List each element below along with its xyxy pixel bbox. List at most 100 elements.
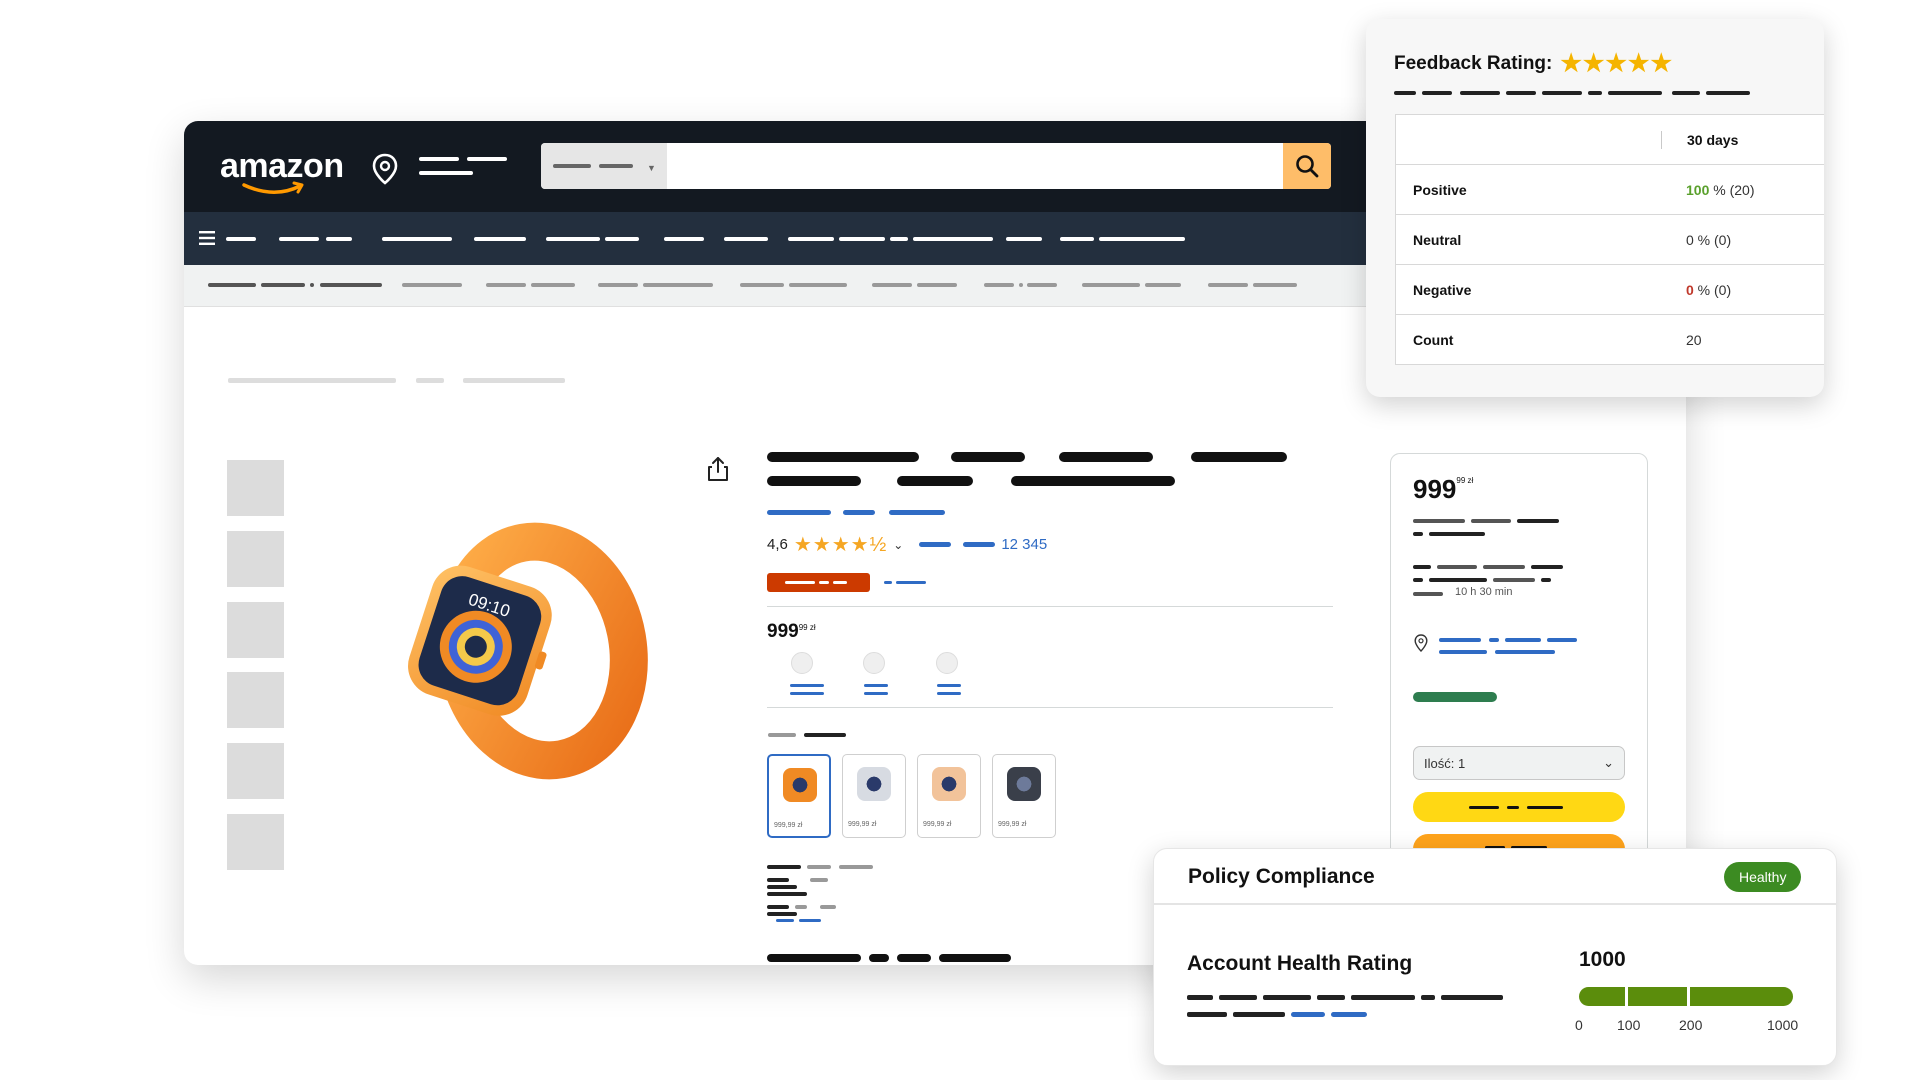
nav-item[interactable] (279, 237, 319, 241)
nav-item[interactable] (605, 237, 639, 241)
spec-line (767, 905, 789, 909)
policy-link[interactable] (1291, 1012, 1325, 1017)
nav-item[interactable] (326, 237, 352, 241)
image-thumbnail[interactable] (227, 743, 284, 799)
nav-item[interactable] (788, 237, 834, 241)
subnav-item[interactable] (310, 283, 314, 287)
subnav-item[interactable] (1145, 283, 1181, 287)
search-input[interactable] (667, 143, 1281, 189)
feedback-row-value: 100 % (20) (1686, 182, 1754, 198)
color-variant-card[interactable]: 999,99 zł (992, 754, 1056, 838)
delivery-feature-label[interactable] (864, 684, 888, 687)
nav-item[interactable] (1060, 237, 1094, 241)
deliver-to-link[interactable] (1439, 638, 1481, 642)
color-variant-card[interactable]: 999,99 zł (842, 754, 906, 838)
delivery-feature-label[interactable] (937, 684, 961, 687)
add-to-cart-button[interactable] (1413, 792, 1625, 822)
brand-store-link[interactable] (767, 510, 831, 515)
color-variant-card[interactable]: 999,99 zł (917, 754, 981, 838)
subnav-item[interactable] (486, 283, 526, 287)
subnav-item[interactable] (917, 283, 957, 287)
deliver-to-placeholder (467, 157, 507, 161)
variant-price: 999,99 zł (774, 822, 803, 829)
subnav-item[interactable] (1208, 283, 1248, 287)
subnav-item[interactable] (1027, 283, 1057, 287)
subnav-item[interactable] (984, 283, 1014, 287)
breadcrumb[interactable] (228, 378, 396, 383)
quantity-select[interactable]: Ilość: 1 ⌄ (1413, 746, 1625, 780)
image-thumbnail[interactable] (227, 672, 284, 728)
see-more-link[interactable] (799, 919, 821, 922)
nav-item[interactable] (890, 237, 908, 241)
nav-item[interactable] (1099, 237, 1185, 241)
delivery-feature-label[interactable] (937, 692, 961, 695)
subnav-item[interactable] (261, 283, 305, 287)
image-thumbnail[interactable] (227, 602, 284, 658)
subnav-item[interactable] (872, 283, 912, 287)
rating-stars-icon[interactable]: ★★★★½ (794, 532, 887, 557)
subnav-item[interactable] (740, 283, 784, 287)
deliver-to-link[interactable] (1495, 650, 1555, 654)
hamburger-menu-icon[interactable] (199, 230, 217, 246)
nav-item[interactable] (382, 237, 452, 241)
policy-link[interactable] (1331, 1012, 1367, 1017)
image-thumbnail[interactable] (227, 531, 284, 587)
delivery-feature-label[interactable] (864, 692, 888, 695)
subnav-item[interactable] (531, 283, 575, 287)
subnav-item[interactable] (402, 283, 462, 287)
deliver-to-link[interactable] (1547, 638, 1577, 642)
subnav-item[interactable] (643, 283, 713, 287)
nav-item[interactable] (839, 237, 885, 241)
nav-item[interactable] (664, 237, 704, 241)
nav-item[interactable] (226, 237, 256, 241)
product-title-line (951, 452, 1025, 462)
review-count-link[interactable]: 12 345 (1001, 536, 1047, 553)
deliver-to-link[interactable] (1439, 650, 1487, 654)
brand-store-link[interactable] (889, 510, 945, 515)
subnav-item[interactable] (1253, 283, 1297, 287)
smartwatch-product-image[interactable]: 09:10 (374, 521, 654, 801)
policy-text-line (1187, 1012, 1227, 1017)
subnav-item[interactable] (1082, 283, 1140, 287)
location-pin-icon[interactable] (372, 153, 398, 185)
share-icon[interactable] (707, 456, 729, 482)
divider (767, 707, 1333, 708)
subnav-item[interactable] (1019, 283, 1023, 287)
subnav-item[interactable] (789, 283, 847, 287)
badge-category-link[interactable] (896, 581, 926, 584)
see-more-link[interactable] (776, 919, 794, 922)
breadcrumb[interactable] (416, 378, 444, 383)
subnav-item[interactable] (598, 283, 638, 287)
color-variant-card[interactable]: 999,99 zł (767, 754, 831, 838)
rating-link-placeholder[interactable] (963, 542, 996, 547)
breadcrumb[interactable] (463, 378, 565, 383)
meter-tick (1625, 987, 1628, 1006)
image-thumbnail[interactable] (227, 460, 284, 516)
rating-value: 4,6 (767, 536, 788, 553)
section-heading-placeholder (869, 954, 889, 962)
button-label-placeholder (1507, 806, 1519, 809)
chevron-down-icon[interactable]: ⌄ (893, 538, 903, 552)
subnav-item[interactable] (208, 283, 256, 287)
nav-item[interactable] (474, 237, 526, 241)
search-button[interactable] (1283, 143, 1331, 189)
nav-item[interactable] (724, 237, 768, 241)
brand-store-link[interactable] (843, 510, 875, 515)
location-pin-icon[interactable] (1414, 634, 1428, 652)
spec-line (767, 885, 797, 889)
search-category-dropdown[interactable]: ▼ (541, 143, 667, 189)
nav-item[interactable] (1006, 237, 1042, 241)
subnav-item[interactable] (320, 283, 382, 287)
delivery-feature-label[interactable] (790, 692, 824, 695)
image-thumbnail[interactable] (227, 814, 284, 870)
nav-item[interactable] (913, 237, 993, 241)
nav-item[interactable] (546, 237, 600, 241)
buybox-text-line (1413, 565, 1431, 569)
deliver-to-link[interactable] (1505, 638, 1541, 642)
section-heading-placeholder (939, 954, 1011, 962)
delivery-feature-label[interactable] (790, 684, 824, 687)
deliver-to-link[interactable] (1489, 638, 1499, 642)
rating-link-placeholder[interactable] (919, 542, 952, 547)
badge-category-link[interactable] (884, 581, 892, 584)
buybox-text-line (1413, 532, 1423, 536)
